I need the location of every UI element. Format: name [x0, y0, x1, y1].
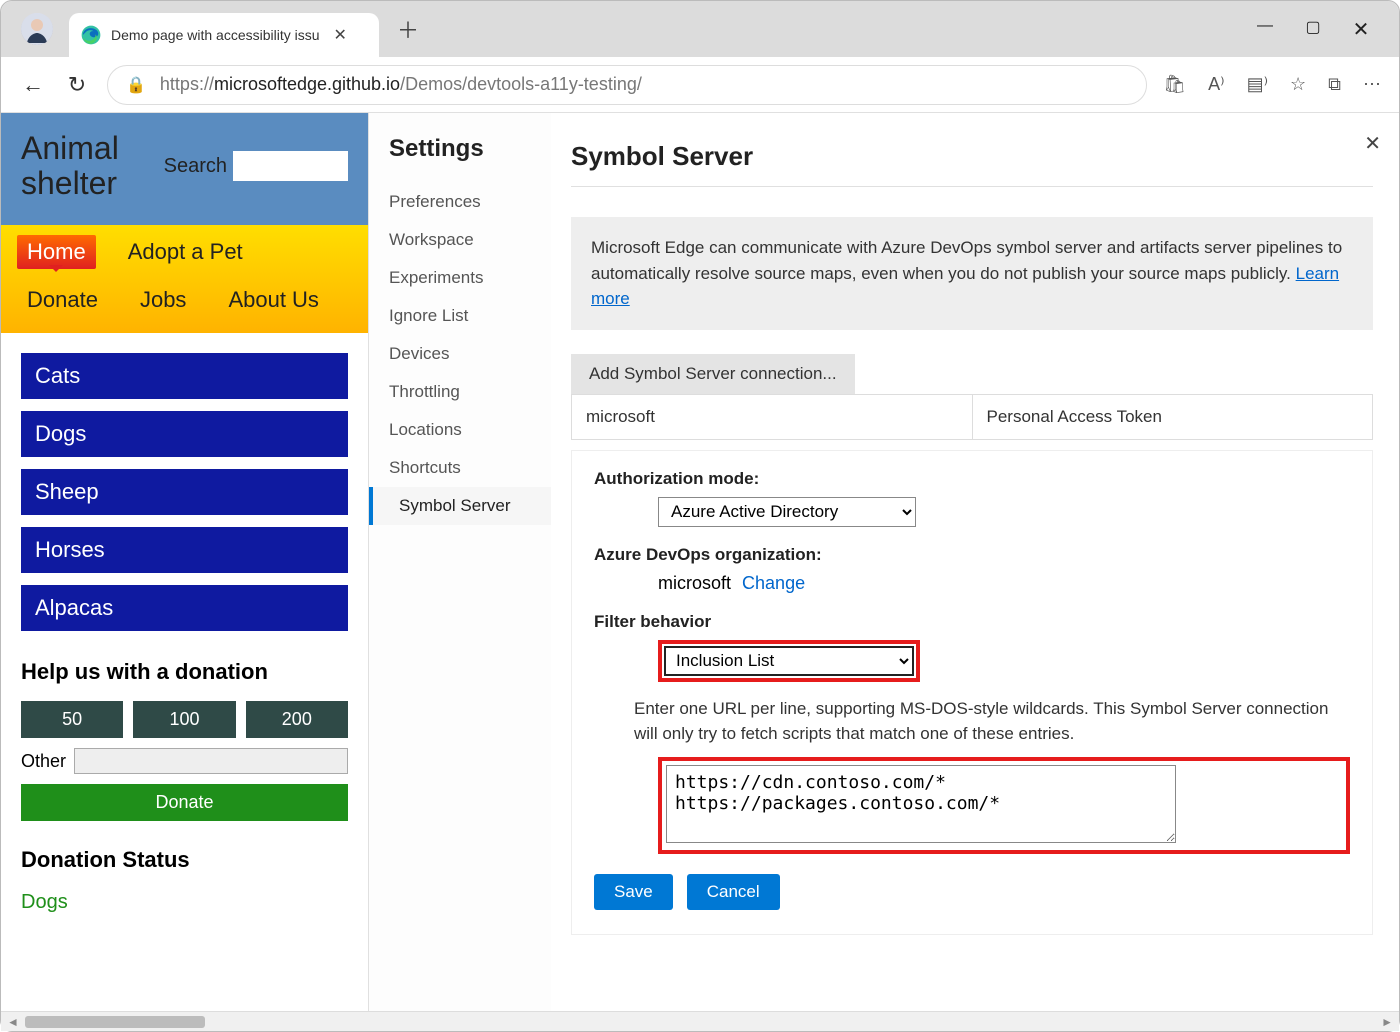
site-title: Animal shelter	[21, 131, 154, 201]
refresh-button[interactable]: ↻	[63, 72, 91, 98]
edge-icon	[81, 25, 101, 45]
search-input[interactable]	[233, 151, 348, 181]
settings-nav: Settings Preferences Workspace Experimen…	[369, 113, 551, 1011]
donation-section: Help us with a donation 50 100 200 Other…	[1, 643, 368, 948]
url-text: https://microsoftedge.github.io/Demos/de…	[160, 74, 642, 95]
scroll-left-icon[interactable]: ◄	[7, 1015, 19, 1029]
auth-mode-label: Authorization mode:	[594, 469, 1350, 489]
filter-label: Filter behavior	[594, 612, 1350, 632]
nav-symbol-server[interactable]: Symbol Server	[369, 487, 551, 525]
nav-home[interactable]: Home	[17, 235, 96, 269]
side-sheep[interactable]: Sheep	[21, 469, 348, 515]
side-alpacas[interactable]: Alpacas	[21, 585, 348, 631]
nav-throttling[interactable]: Throttling	[389, 373, 551, 411]
side-dogs[interactable]: Dogs	[21, 411, 348, 457]
nav-about[interactable]: About Us	[218, 283, 329, 317]
auth-mode-select[interactable]: Azure Active Directory	[658, 497, 916, 527]
nav-adopt[interactable]: Adopt a Pet	[118, 235, 253, 269]
settings-title: Settings	[389, 135, 551, 163]
demo-page: Animal shelter Search Home Adopt a Pet D…	[1, 113, 369, 1011]
back-button[interactable]: ←	[19, 72, 47, 98]
info-box: Microsoft Edge can communicate with Azur…	[571, 217, 1373, 330]
divider	[571, 186, 1373, 187]
side-cats[interactable]: Cats	[21, 353, 348, 399]
other-label: Other	[21, 751, 66, 772]
shopping-icon[interactable]: 🛍	[1163, 74, 1186, 95]
preset-100[interactable]: 100	[133, 701, 235, 738]
lock-icon: 🔒	[126, 75, 146, 95]
filter-highlight: Inclusion List	[658, 640, 920, 682]
scroll-right-icon[interactable]: ►	[1381, 1015, 1393, 1029]
side-horses[interactable]: Horses	[21, 527, 348, 573]
close-window-icon[interactable]: ✕	[1351, 17, 1371, 42]
browser-tab[interactable]: Demo page with accessibility issu ✕	[69, 13, 379, 57]
horizontal-scrollbar[interactable]: ◄ ►	[1, 1011, 1399, 1031]
settings-content: ✕ Symbol Server Microsoft Edge can commu…	[551, 113, 1399, 1011]
tab-close-icon[interactable]: ✕	[330, 25, 351, 45]
panel-title: Symbol Server	[571, 141, 1373, 172]
reader-icon[interactable]: ▤⁾	[1247, 74, 1268, 95]
browser-toolbar: ← ↻ 🔒 https://microsoftedge.github.io/De…	[1, 57, 1399, 113]
maximize-icon[interactable]: ▢	[1303, 17, 1323, 42]
nav-locations[interactable]: Locations	[389, 411, 551, 449]
col-auth: Personal Access Token	[973, 395, 1373, 439]
other-amount-input[interactable]	[74, 748, 348, 774]
more-icon[interactable]: ⋯	[1363, 74, 1381, 95]
cancel-button[interactable]: Cancel	[687, 874, 780, 910]
favorite-icon[interactable]: ☆	[1290, 74, 1306, 95]
collections-icon[interactable]: ⧉	[1328, 74, 1341, 95]
scroll-thumb[interactable]	[25, 1016, 205, 1028]
filter-behavior-select[interactable]: Inclusion List	[664, 646, 914, 676]
add-connection-button[interactable]: Add Symbol Server connection...	[571, 354, 855, 394]
browser-window: Demo page with accessibility issu ✕ ＋ ― …	[0, 0, 1400, 1032]
connection-config: Authorization mode: Azure Active Directo…	[571, 450, 1373, 935]
donation-heading: Help us with a donation	[21, 659, 348, 685]
save-button[interactable]: Save	[594, 874, 673, 910]
connection-header-row: microsoft Personal Access Token	[571, 394, 1373, 440]
nav-shortcuts[interactable]: Shortcuts	[389, 449, 551, 487]
nav-jobs[interactable]: Jobs	[130, 283, 196, 317]
nav-ignore-list[interactable]: Ignore List	[389, 297, 551, 335]
titlebar: Demo page with accessibility issu ✕ ＋ ― …	[1, 1, 1399, 57]
status-heading: Donation Status	[21, 847, 348, 873]
side-nav: Cats Dogs Sheep Horses Alpacas	[1, 333, 368, 631]
search-label: Search	[164, 155, 227, 178]
preset-50[interactable]: 50	[21, 701, 123, 738]
urls-highlight	[658, 757, 1350, 854]
org-change-link[interactable]: Change	[742, 573, 805, 593]
nav-devices[interactable]: Devices	[389, 335, 551, 373]
main-nav: Home Adopt a Pet Donate Jobs About Us	[1, 225, 368, 333]
profile-avatar[interactable]	[21, 13, 53, 45]
nav-experiments[interactable]: Experiments	[389, 259, 551, 297]
preset-200[interactable]: 200	[246, 701, 348, 738]
tab-title: Demo page with accessibility issu	[111, 27, 320, 43]
status-row: Dogs	[21, 887, 348, 918]
window-controls: ― ▢ ✕	[1255, 17, 1399, 42]
devtools-close-icon[interactable]: ✕	[1364, 131, 1381, 156]
address-bar[interactable]: 🔒 https://microsoftedge.github.io/Demos/…	[107, 65, 1147, 105]
filter-hint: Enter one URL per line, supporting MS-DO…	[634, 696, 1350, 747]
org-label: Azure DevOps organization:	[594, 545, 1350, 565]
nav-workspace[interactable]: Workspace	[389, 221, 551, 259]
nav-donate[interactable]: Donate	[17, 283, 108, 317]
urls-textarea[interactable]	[666, 765, 1176, 843]
devtools-panel: Settings Preferences Workspace Experimen…	[369, 113, 1399, 1011]
nav-preferences[interactable]: Preferences	[389, 183, 551, 221]
new-tab-button[interactable]: ＋	[397, 13, 419, 45]
org-value: microsoft	[658, 573, 731, 593]
donate-button[interactable]: Donate	[21, 784, 348, 821]
site-header: Animal shelter Search	[1, 113, 368, 225]
read-aloud-icon[interactable]: A⁾	[1208, 74, 1224, 95]
minimize-icon[interactable]: ―	[1255, 17, 1275, 42]
content-area: Animal shelter Search Home Adopt a Pet D…	[1, 113, 1399, 1011]
col-organization: microsoft	[572, 395, 973, 439]
